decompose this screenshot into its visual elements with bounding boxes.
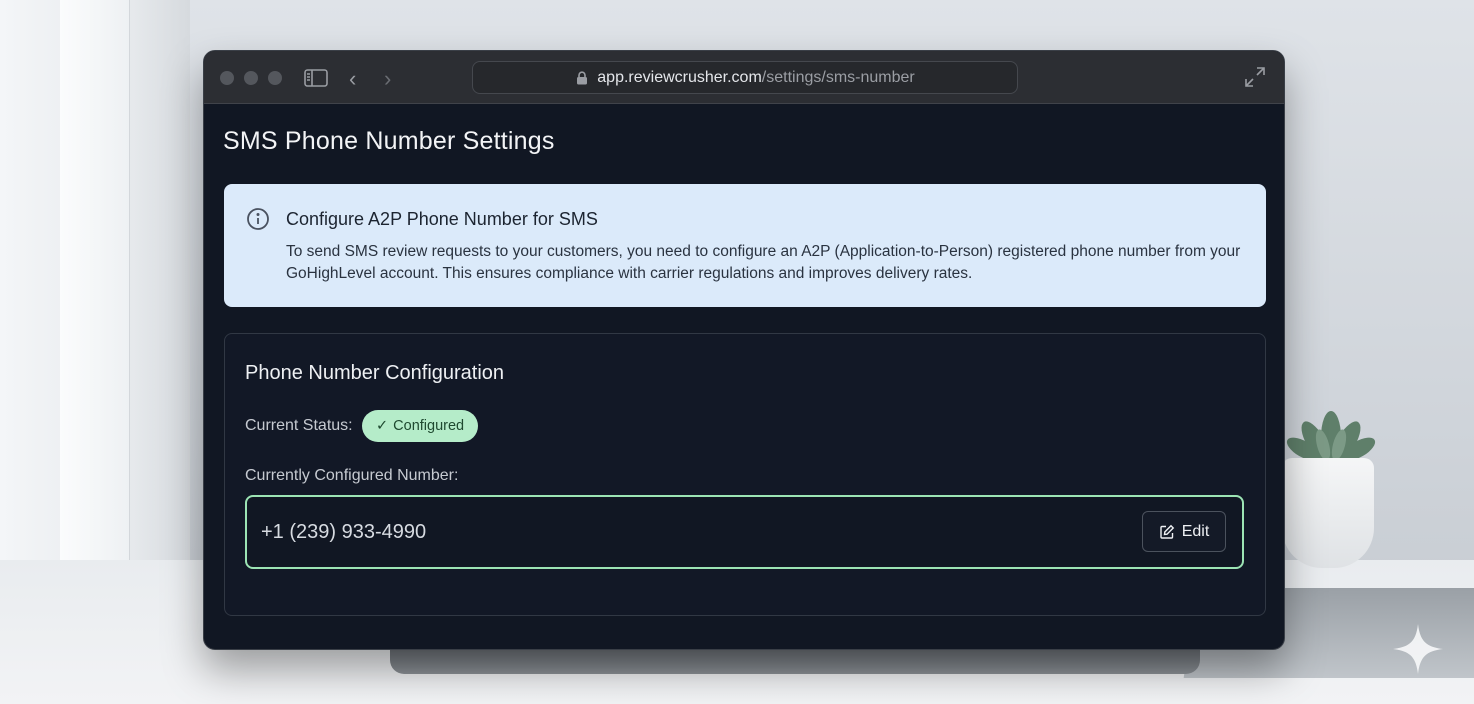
succulent-plant	[1286, 411, 1376, 463]
chevron-left-icon[interactable]: ‹	[349, 66, 356, 92]
close-window-button[interactable]	[220, 71, 234, 85]
page-content: SMS Phone Number Settings Configure A2P …	[204, 105, 1284, 649]
address-bar[interactable]: app.reviewcrusher.com/settings/sms-numbe…	[472, 61, 1018, 94]
expand-icon[interactable]	[1244, 66, 1266, 88]
lock-icon	[577, 70, 588, 84]
edit-icon	[1160, 524, 1174, 539]
minimize-window-button[interactable]	[244, 71, 258, 85]
url-path: /settings/sms-number	[761, 68, 915, 86]
phone-config-card: Phone Number Configuration Current Statu…	[224, 333, 1266, 616]
edit-button-label: Edit	[1181, 522, 1210, 540]
zoom-window-button[interactable]	[268, 71, 282, 85]
window-frame	[60, 0, 130, 560]
sidebar-toggle-icon[interactable]	[304, 68, 328, 88]
info-banner-title: Configure A2P Phone Number for SMS	[286, 209, 598, 229]
configured-number-field: +1 (239) 933-4990 Edit	[245, 495, 1244, 569]
url-domain: app.reviewcrusher.com	[597, 68, 762, 86]
info-icon	[247, 208, 269, 230]
sparkle-icon	[1393, 624, 1443, 674]
edit-number-button[interactable]: Edit	[1142, 511, 1226, 552]
plant-pot	[1282, 458, 1374, 568]
card-title: Phone Number Configuration	[245, 362, 505, 384]
info-banner-text: To send SMS review requests to your cust…	[286, 243, 1241, 282]
configured-number-value: +1 (239) 933-4990	[261, 521, 427, 543]
status-badge-label: Configured	[393, 418, 465, 434]
page-title: SMS Phone Number Settings	[223, 127, 555, 155]
configured-number-label: Currently Configured Number:	[245, 467, 459, 484]
browser-window: ‹ › app.reviewcrusher.com/settings/sms-n…	[203, 50, 1285, 650]
status-badge: ✓ Configured	[362, 410, 479, 442]
status-label: Current Status:	[245, 417, 353, 434]
info-banner: Configure A2P Phone Number for SMS To se…	[224, 184, 1266, 307]
chevron-right-icon[interactable]: ›	[384, 66, 391, 92]
browser-titlebar: ‹ › app.reviewcrusher.com/settings/sms-n…	[204, 51, 1284, 104]
laptop-base	[390, 648, 1200, 674]
checkmark-icon: ✓	[376, 418, 389, 434]
